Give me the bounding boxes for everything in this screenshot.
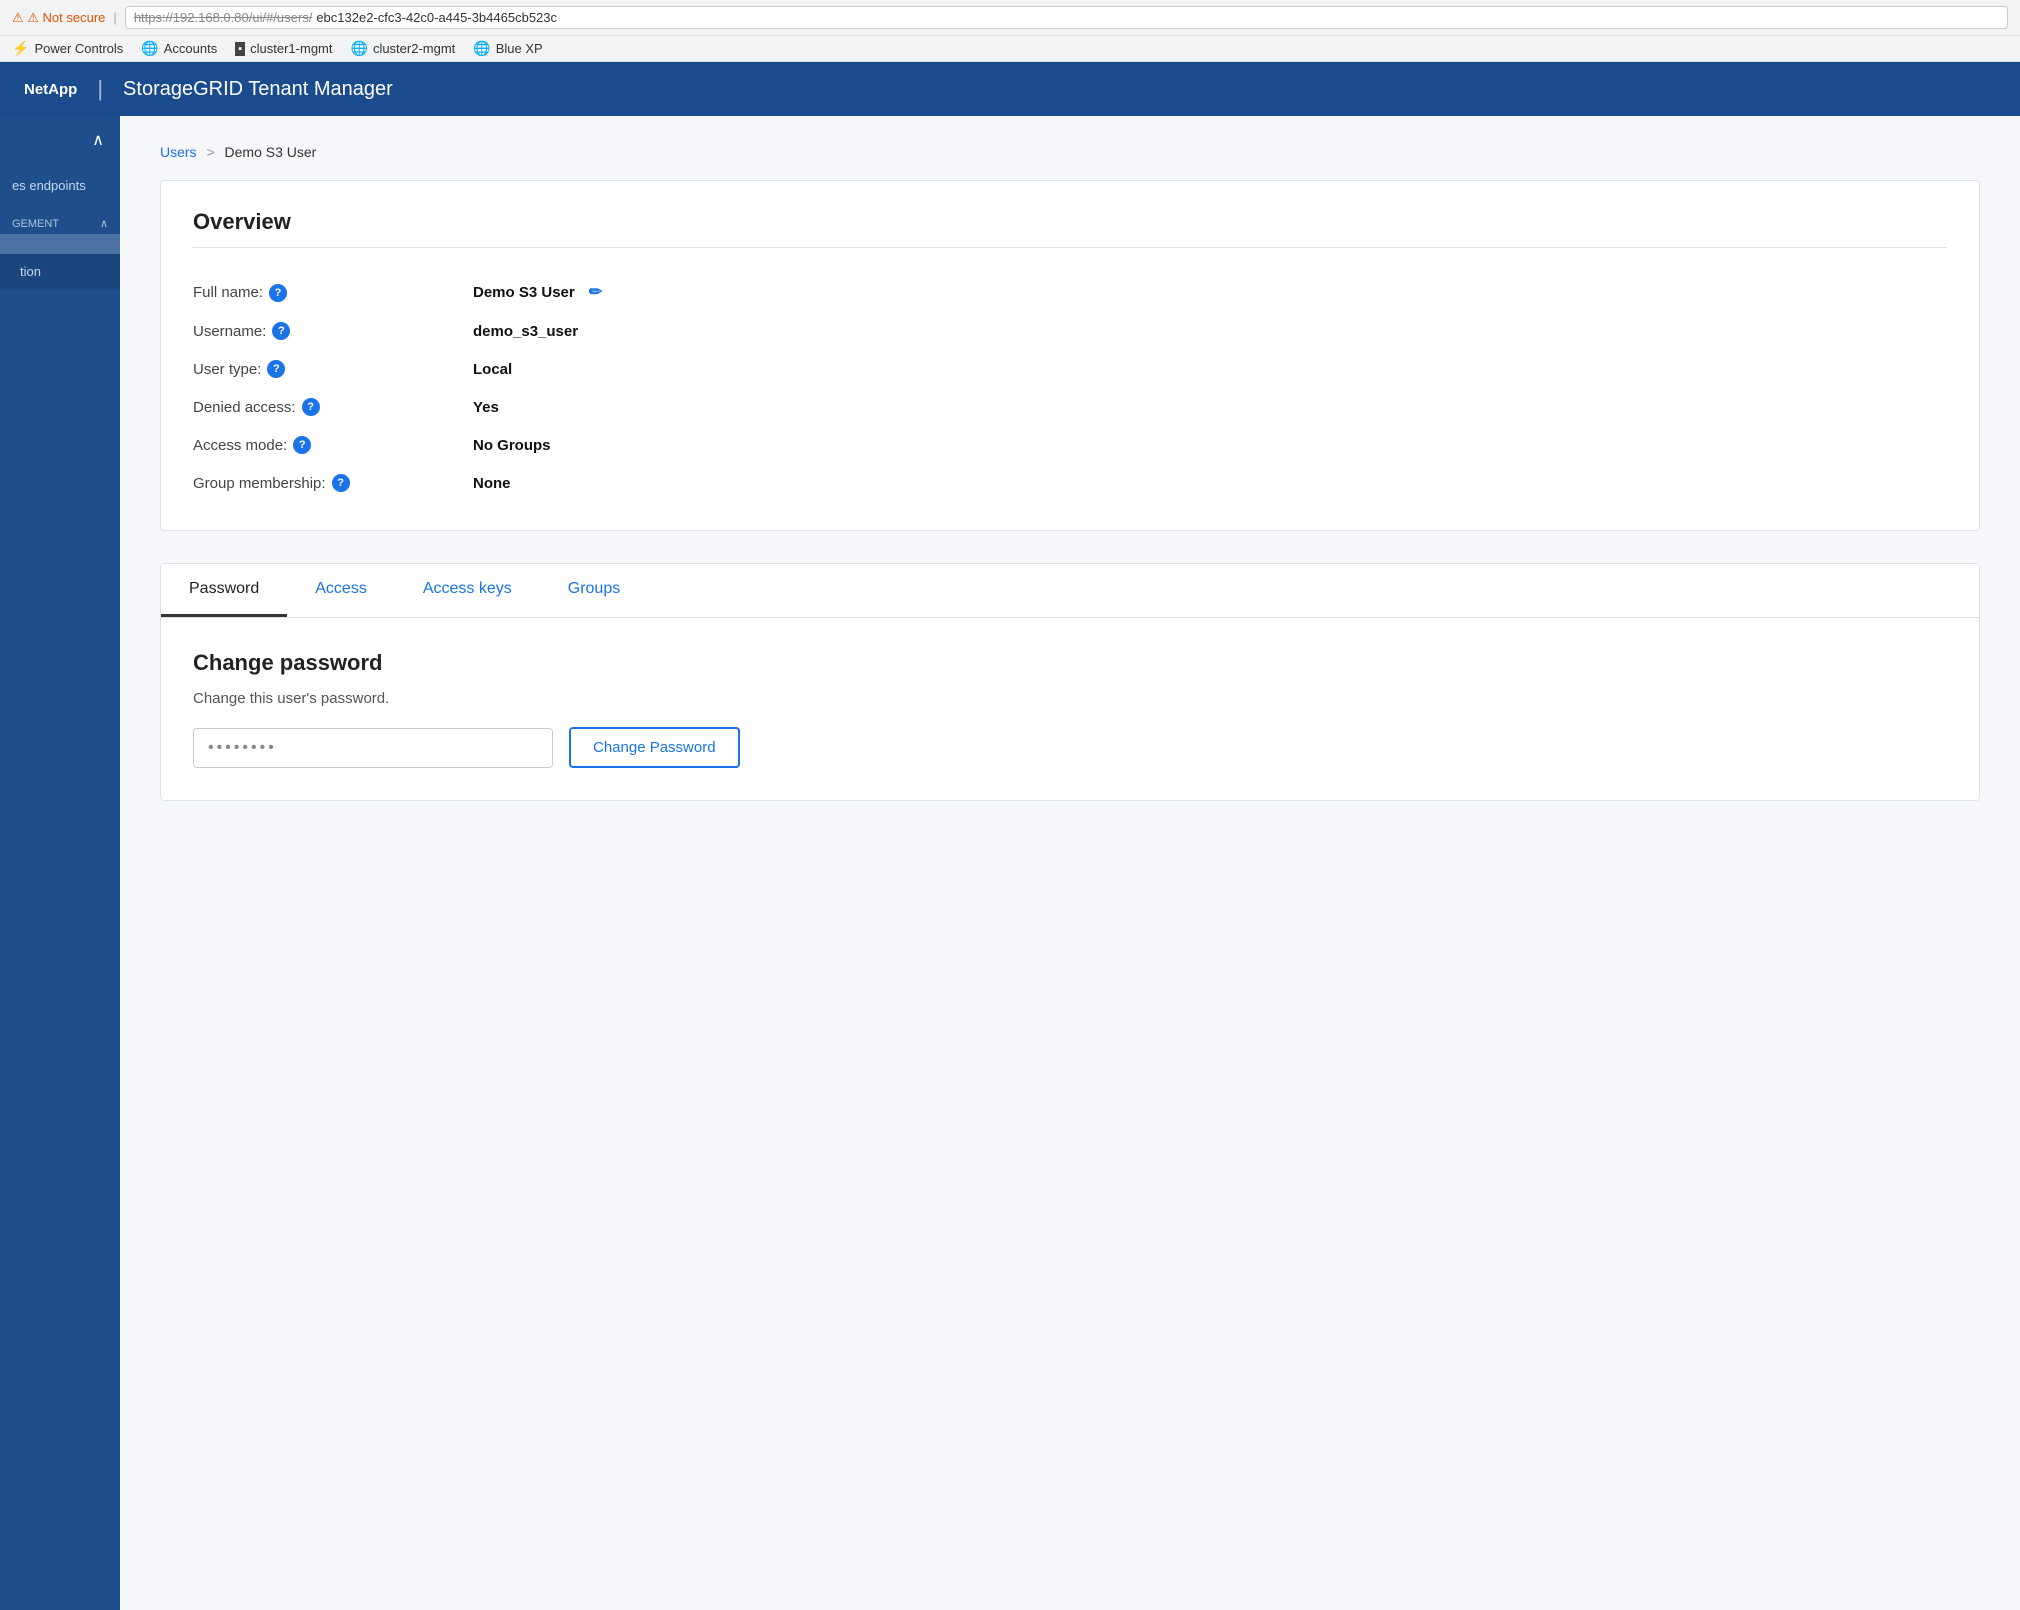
header-separator: | (97, 76, 103, 102)
help-icon-fullname[interactable]: ? (269, 284, 287, 302)
tab-password[interactable]: Password (161, 564, 287, 617)
sidebar-item-users[interactable] (0, 234, 120, 254)
help-icon-access-mode[interactable]: ? (293, 436, 311, 454)
overview-label-denied-access: Denied access: ? (193, 398, 473, 416)
bookmark-cluster1[interactable]: ▪ cluster1-mgmt (235, 41, 332, 56)
overview-row-username: Username: ? demo_s3_user (193, 312, 1947, 350)
breadcrumb: Users > Demo S3 User (160, 144, 1980, 160)
overview-label-group-membership: Group membership: ? (193, 474, 473, 492)
change-password-button[interactable]: Change Password (569, 727, 740, 768)
overview-value-group-membership: None (473, 475, 511, 492)
sidebar-section-management: GEMENT ∧ (0, 207, 120, 234)
chevron-up-icon-section: ∧ (100, 217, 108, 230)
breadcrumb-separator: > (206, 144, 214, 160)
help-icon-username[interactable]: ? (272, 322, 290, 340)
main-content: Users > Demo S3 User Overview Full name:… (120, 116, 2020, 1610)
bookmark-cluster2[interactable]: 🌐 cluster2-mgmt (351, 40, 456, 57)
sidebar-toggle[interactable]: ∧ (0, 116, 120, 164)
tab-content-password: Change password Change this user's passw… (161, 618, 1979, 800)
password-row: Change Password (193, 727, 1947, 768)
edit-fullname-icon[interactable]: ✏ (589, 284, 602, 301)
url-strikethrough: https://192.168.0.80/ui/#/users/ (134, 10, 313, 25)
overview-label-username: Username: ? (193, 322, 473, 340)
overview-title: Overview (193, 209, 1947, 248)
overview-card: Overview Full name: ? Demo S3 User ✏ Use… (160, 180, 1980, 531)
brand-name: NetApp (24, 81, 77, 98)
change-password-title: Change password (193, 650, 1947, 676)
overview-label-usertype: User type: ? (193, 360, 473, 378)
globe-icon-cluster2: 🌐 (351, 40, 368, 57)
divider: | (113, 10, 116, 25)
overview-row-denied-access: Denied access: ? Yes (193, 388, 1947, 426)
sidebar: ∧ es endpoints GEMENT ∧ tion (0, 116, 120, 1610)
help-icon-group-membership[interactable]: ? (332, 474, 350, 492)
url-highlight: ebc132e2-cfc3-42c0-a445-3b4465cb523c (316, 10, 557, 25)
tab-access[interactable]: Access (287, 564, 395, 617)
overview-row-fullname: Full name: ? Demo S3 User ✏ (193, 272, 1947, 312)
main-layout: ∧ es endpoints GEMENT ∧ tion Users > Dem… (0, 116, 2020, 1610)
globe-icon-accounts: 🌐 (141, 40, 158, 57)
browser-chrome: ⚠ ⚠ Not secure | https://192.168.0.80/ui… (0, 0, 2020, 36)
overview-value-access-mode: No Groups (473, 437, 551, 454)
bookmarks-bar: ⚡ Power Controls 🌐 Accounts ▪ cluster1-m… (0, 36, 2020, 62)
breadcrumb-current: Demo S3 User (225, 144, 317, 160)
security-warning: ⚠ ⚠ Not secure (12, 10, 105, 26)
globe-icon-blue-xp: 🌐 (473, 40, 490, 57)
overview-value-username: demo_s3_user (473, 323, 578, 340)
sidebar-item-endpoints[interactable]: es endpoints (0, 164, 120, 207)
power-icon: ⚡ (12, 40, 29, 57)
tab-access-keys[interactable]: Access keys (395, 564, 540, 617)
overview-row-group-membership: Group membership: ? None (193, 464, 1947, 502)
password-input[interactable] (193, 728, 553, 768)
change-password-desc: Change this user's password. (193, 690, 1947, 707)
overview-label-fullname: Full name: ? (193, 284, 473, 302)
address-bar[interactable]: https://192.168.0.80/ui/#/users/ebc132e2… (125, 6, 2008, 29)
bookmark-accounts[interactable]: 🌐 Accounts (141, 40, 217, 57)
app-title: StorageGRID Tenant Manager (123, 78, 393, 101)
tabs-container: Password Access Access keys Groups Chang… (160, 563, 1980, 801)
bookmark-power-controls[interactable]: ⚡ Power Controls (12, 40, 123, 57)
app-header: NetApp | StorageGRID Tenant Manager (0, 62, 2020, 116)
bookmark-blue-xp[interactable]: 🌐 Blue XP (473, 40, 542, 57)
overview-value-usertype: Local (473, 361, 512, 378)
chevron-up-icon: ∧ (92, 130, 104, 150)
sidebar-item-misc[interactable]: tion (0, 254, 120, 289)
tab-groups[interactable]: Groups (540, 564, 648, 617)
breadcrumb-parent[interactable]: Users (160, 144, 197, 160)
overview-row-usertype: User type: ? Local (193, 350, 1947, 388)
tabs-header: Password Access Access keys Groups (161, 564, 1979, 618)
help-icon-denied-access[interactable]: ? (302, 398, 320, 416)
overview-row-access-mode: Access mode: ? No Groups (193, 426, 1947, 464)
overview-label-access-mode: Access mode: ? (193, 436, 473, 454)
help-icon-usertype[interactable]: ? (267, 360, 285, 378)
grid-icon: ▪ (235, 42, 245, 56)
overview-value-denied-access: Yes (473, 399, 499, 416)
overview-value-fullname: Demo S3 User ✏ (473, 282, 602, 302)
